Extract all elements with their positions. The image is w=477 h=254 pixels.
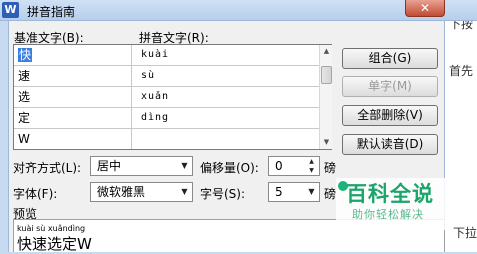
window-title: 拼音指南 bbox=[27, 5, 76, 19]
table-row[interactable]: 定 dìng bbox=[14, 108, 319, 129]
combine-button[interactable]: 组合(G) bbox=[342, 48, 438, 69]
chevron-down-icon[interactable]: ▼ bbox=[177, 157, 192, 175]
default-reading-button[interactable]: 默认读音(D) bbox=[342, 134, 438, 155]
size-value: 5 bbox=[275, 185, 283, 199]
single-char-button[interactable]: 单字(M) bbox=[342, 76, 438, 97]
base-text-cell[interactable]: 定 bbox=[14, 108, 132, 128]
selected-base-text: 快 bbox=[18, 48, 33, 62]
wps-app-icon: W bbox=[2, 2, 19, 18]
background-document: 下按 首先 下拉 bbox=[445, 0, 477, 252]
preview-pinyin: kuài sù xuǎndìng bbox=[17, 224, 86, 233]
delete-all-button[interactable]: 全部删除(V) bbox=[342, 105, 438, 126]
close-button[interactable]: ✕ bbox=[405, 0, 445, 17]
base-text-cell[interactable]: 速 bbox=[14, 66, 132, 86]
preview-text: 快速选定W bbox=[17, 235, 92, 253]
close-icon: ✕ bbox=[419, 1, 431, 15]
vertical-scrollbar[interactable]: ▲ ▼ bbox=[319, 45, 332, 149]
font-select[interactable]: 微软雅黑 ▼ bbox=[90, 182, 193, 202]
table-row[interactable]: 快 kuài bbox=[14, 45, 319, 66]
stepper-arrows-icon[interactable]: ▲ ▼ bbox=[304, 157, 319, 175]
table-row[interactable]: 选 xuǎn bbox=[14, 87, 319, 108]
scroll-down-icon[interactable]: ▼ bbox=[321, 136, 332, 148]
offset-value: 0 bbox=[275, 159, 283, 173]
alignment-select[interactable]: 居中 ▼ bbox=[90, 156, 193, 176]
chevron-down-icon[interactable]: ▼ bbox=[177, 183, 192, 201]
background-text: 下拉 bbox=[453, 226, 477, 240]
background-text: 首先 bbox=[449, 64, 474, 78]
pinyin-text-cell[interactable]: kuài bbox=[133, 45, 319, 65]
table-row[interactable]: 速 sù bbox=[14, 66, 319, 87]
font-value: 微软雅黑 bbox=[97, 185, 146, 199]
size-select[interactable]: 5 ▼ bbox=[268, 182, 320, 202]
size-label: 字号(S): bbox=[200, 187, 246, 201]
font-label: 字体(F): bbox=[13, 187, 58, 201]
scrollbar-thumb[interactable] bbox=[321, 66, 332, 84]
chevron-down-icon[interactable]: ▼ bbox=[304, 183, 319, 201]
watermark-title: 百科全说 bbox=[346, 182, 434, 206]
base-text-cell[interactable]: W bbox=[14, 129, 132, 149]
alignment-label: 对齐方式(L): bbox=[13, 161, 82, 175]
base-text-cell[interactable]: 选 bbox=[14, 87, 132, 107]
pinyin-text-cell[interactable]: xuǎn bbox=[133, 87, 319, 107]
pinyin-text-cell[interactable]: dìng bbox=[133, 108, 319, 128]
offset-stepper[interactable]: 0 ▲ ▼ bbox=[268, 156, 320, 176]
size-unit: 磅 bbox=[324, 187, 337, 201]
pinyin-text-cell[interactable]: sù bbox=[133, 66, 319, 86]
offset-label: 偏移量(O): bbox=[200, 161, 259, 175]
watermark-subtitle: 助你轻松解决 bbox=[352, 208, 424, 221]
offset-unit: 磅 bbox=[324, 161, 337, 175]
pinyin-grid[interactable]: 快 kuài 速 sù 选 xuǎn 定 dìng W ▲ ▼ bbox=[13, 44, 332, 150]
alignment-value: 居中 bbox=[97, 159, 122, 173]
scroll-up-icon[interactable]: ▲ bbox=[321, 45, 332, 57]
table-row[interactable]: W bbox=[14, 129, 319, 150]
base-text-cell[interactable]: 快 bbox=[14, 45, 132, 65]
pinyin-text-cell[interactable] bbox=[133, 129, 319, 149]
